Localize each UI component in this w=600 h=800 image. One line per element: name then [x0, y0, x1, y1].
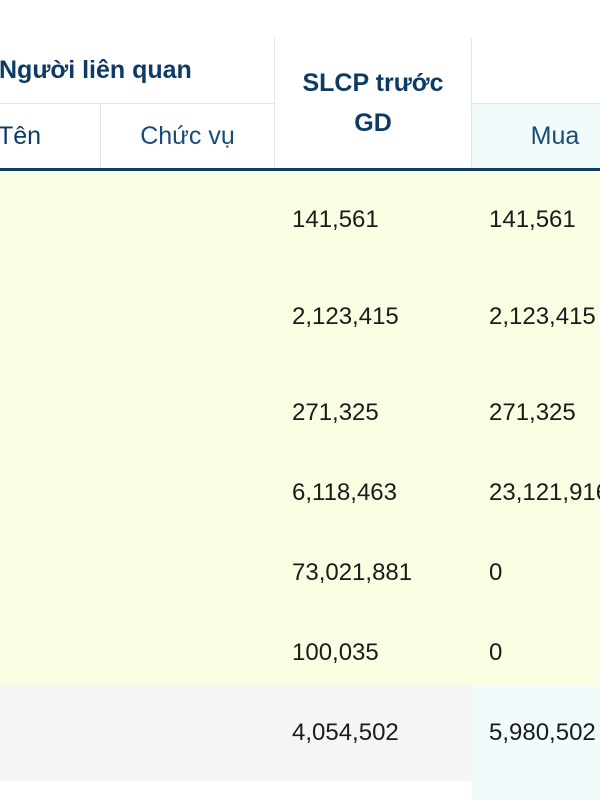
table-row: 100,035 0: [0, 621, 600, 685]
cell-shares-before: 2,123,415: [292, 303, 399, 330]
cell-buy: 5,980,502: [489, 719, 596, 746]
insider-trading-table: Người liên quan Tên Chức vụ SLCP trước G…: [0, 38, 600, 800]
cell-shares-before: 271,325: [292, 399, 379, 426]
cell-buy: 141,561: [489, 206, 576, 233]
cell-shares-before: 100,035: [292, 639, 379, 666]
header-buy: Mua: [472, 104, 600, 168]
cell-buy: 2,123,415: [489, 303, 596, 330]
cell-shares-before: 6,118,463: [292, 479, 397, 506]
cell-buy: 23,121,916: [489, 479, 600, 506]
header-buy-label: Mua: [530, 121, 580, 150]
header-related-persons-label: Người liên quan: [0, 56, 192, 84]
cell-buy: 0: [489, 639, 503, 666]
cell-shares-before: 4,054,502: [292, 719, 399, 746]
table-row: 141,561 141,561: [0, 171, 600, 269]
cell-buy: 271,325: [489, 399, 576, 426]
header-shares-before: SLCP trước GD: [275, 38, 472, 168]
table-row: 4,054,502 5,980,502: [0, 685, 600, 781]
table-row: 271,325 271,325: [0, 365, 600, 461]
cell-buy: 0: [489, 559, 503, 586]
table-row: 6,118,463 23,121,916: [0, 461, 600, 525]
table-row: 2,123,415 2,123,415: [0, 269, 600, 365]
header-transaction-group: [472, 38, 600, 104]
header-shares-before-line1: SLCP trước: [302, 69, 444, 97]
cell-shares-before: 141,561: [292, 206, 379, 233]
table-body: 141,561 141,561 2,123,415 2,123,415 271,…: [0, 171, 600, 800]
table-row: 73,021,881 0: [0, 525, 600, 621]
header-position: Chức vụ: [101, 104, 275, 168]
header-position-label: Chức vụ: [140, 121, 235, 150]
header-related-persons: Người liên quan: [0, 38, 275, 104]
header-name: Tên: [0, 104, 101, 168]
page-viewport: Người liên quan Tên Chức vụ SLCP trước G…: [0, 0, 600, 800]
cell-shares-before: 73,021,881: [292, 559, 413, 586]
table-header: Người liên quan Tên Chức vụ SLCP trước G…: [0, 38, 600, 171]
header-shares-before-line2: GD: [354, 109, 392, 137]
header-name-label: Tên: [0, 121, 42, 150]
table-tail-fill: [472, 781, 600, 800]
